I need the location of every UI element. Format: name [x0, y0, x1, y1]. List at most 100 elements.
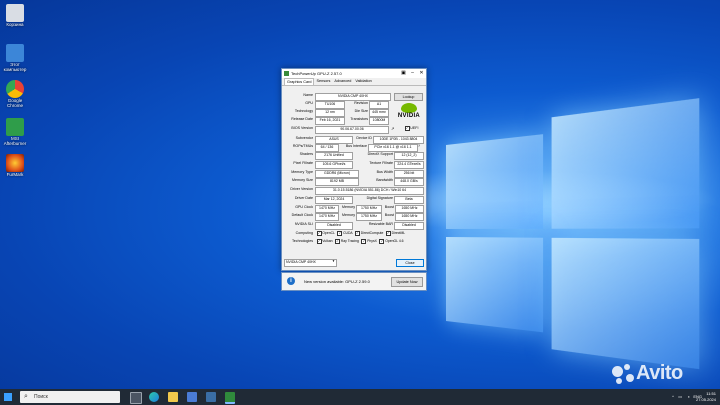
dx-label: DirectX Support [367, 152, 393, 156]
chevron-down-icon[interactable]: ▼ [332, 258, 335, 265]
memsize-value: 8192 MB [315, 178, 359, 186]
gpuz-window[interactable]: TechPowerUp GPU-Z 2.57.0 ▣ – ✕ Graphics … [281, 68, 427, 271]
physx-check: PhysX [367, 239, 377, 243]
tray-chevron-icon[interactable]: ^ [672, 389, 674, 405]
shaders-label: Shaders [299, 152, 313, 156]
desktop-icon-chrome[interactable]: Google Chrome [2, 80, 28, 108]
taskbar-search[interactable]: ⌕ Поиск [20, 391, 120, 403]
defmemory-value: 1750 MHz [356, 213, 382, 221]
tab-graphics-card[interactable]: Graphics Card [284, 78, 315, 85]
window-title: TechPowerUp GPU-Z 2.57.0 [291, 71, 342, 76]
notification-text: New version available: GPU-Z 2.59.0 [304, 279, 370, 284]
defmemory-label: Memory [342, 213, 355, 217]
row-rops: ROPs/TMUs 64 / 136 Bus Interface PCIe x1… [282, 143, 426, 152]
driver-value: 31.0.15.5186 (NVIDIA 551.86) DCH / Win10… [315, 187, 424, 195]
cuda-check: CUDA [343, 231, 353, 235]
tab-validation[interactable]: Validation [353, 78, 373, 85]
desktop-icon-recycle-bin[interactable]: Корзина [2, 4, 28, 27]
search-icon: ⌕ [24, 393, 28, 400]
driverdate-value: Mar 12, 2024 [315, 196, 353, 204]
close-window-button[interactable]: ✕ [417, 69, 426, 78]
defclock-value: 1470 MHz [315, 213, 339, 221]
deviceid-label: Device ID [356, 136, 372, 140]
network-icon[interactable]: ▭ [678, 389, 682, 405]
info-icon: i [287, 277, 295, 285]
memory-label: Memory [342, 205, 355, 209]
share-icon[interactable]: ↗ [391, 125, 394, 132]
row-sli: NVIDIA SLI Disabled Resizable BAR Disabl… [282, 221, 426, 230]
tab-advanced[interactable]: Advanced [332, 78, 353, 85]
desktop-icon-afterburner[interactable]: MSI Afterburner [2, 118, 28, 146]
defboost-label: Boost [384, 213, 394, 217]
computer-icon [6, 44, 24, 62]
dx-value: 12 (12_2) [394, 152, 424, 160]
opencl-check: OpenCL [322, 231, 335, 235]
row-bios: BIOS Version 90.06.67.00.06 ↗ ✓ UEFI [282, 125, 426, 134]
bios-label: BIOS Version [291, 126, 313, 130]
desktop-icon-label: MSI Afterburner [3, 136, 27, 146]
sli-value: Disabled [315, 222, 353, 230]
gpuz-taskbar-icon[interactable] [225, 392, 235, 404]
gpu-label: GPU [305, 101, 313, 105]
release-value: Feb 16, 2021 [315, 117, 345, 125]
memsize-label: Memory Size [292, 178, 313, 182]
diesize-label: Die Size [354, 109, 368, 113]
row-bottom: NVIDIA CMP 40HX ▼ Close [282, 258, 426, 267]
nvidia-eye-icon [401, 103, 417, 113]
sli-label: NVIDIA SLI [294, 222, 313, 226]
clock[interactable]: 11:51 27.05.2024 [696, 391, 716, 403]
window-titlebar[interactable]: TechPowerUp GPU-Z 2.57.0 ▣ – ✕ [282, 69, 426, 78]
row-shaders: Shaders 2176 Unified DirectX Support 12 … [282, 151, 426, 160]
rbar-value: Disabled [394, 222, 424, 230]
bus-label: Bus Interface [345, 144, 367, 148]
camera-icon[interactable]: ▣ [399, 69, 408, 78]
task-view-icon[interactable] [130, 392, 142, 404]
minimize-button[interactable]: – [408, 69, 417, 78]
computing-label: Computing [295, 231, 313, 235]
row-subvendor: Subvendor ASUS Device ID 10DE 1F0B - 104… [282, 135, 426, 144]
windows-start-icon[interactable] [4, 393, 12, 401]
desktop-icon-furmark[interactable]: FurMark [2, 154, 28, 177]
row-driverdate: Driver Date Mar 12, 2024 Digital Signatu… [282, 195, 426, 204]
mail-icon[interactable] [206, 392, 216, 402]
gpu-select[interactable]: NVIDIA CMP 40HX [284, 259, 337, 267]
raytracing-check: Ray Tracing [340, 239, 359, 243]
update-now-button[interactable]: Update Now [391, 277, 423, 287]
tech-label: Technologies [292, 239, 313, 243]
buswidth-label: Bus Width [376, 170, 393, 174]
tab-sensors[interactable]: Sensors [314, 78, 332, 85]
tech-checks: ✓ Vulkan ✓ Ray Tracing ✓ PhysX ✓ OpenGL 4.6 [316, 238, 404, 244]
store-icon[interactable] [187, 392, 197, 402]
name-label: Name [303, 93, 313, 97]
row-memsize: Memory Size 8192 MB Bandwidth 448.0 GB/s [282, 177, 426, 186]
transistors-value: 10800M [369, 117, 389, 125]
desktop-icon-label: FurMark [6, 172, 24, 177]
digsig-label: Digital Signature [366, 196, 393, 200]
row-computing: Computing ✓ OpenCL ✓ CUDA ✓ DirectCompute ✓… [282, 230, 426, 237]
row-pixel: Pixel Fillrate 105.6 GPixel/s Texture Fi… [282, 160, 426, 169]
pixel-label: Pixel Fillrate [293, 161, 313, 165]
edge-icon[interactable] [149, 392, 159, 402]
bus-help-icon[interactable]: ? [418, 143, 420, 150]
avito-watermark: Avito [612, 362, 683, 385]
technology-label: Technology [294, 109, 313, 113]
driver-label: Driver Version [290, 187, 313, 191]
gpuclock-label: GPU Clock [295, 205, 313, 209]
revision-label: Revision [354, 101, 368, 105]
row-technologies: Technologies ✓ Vulkan ✓ Ray Tracing ✓ PhysX… [282, 238, 426, 245]
subvendor-label: Subvendor [295, 136, 313, 140]
computing-checks: ✓ OpenCL ✓ CUDA ✓ DirectCompute ✓ DirectML [316, 230, 406, 236]
directcompute-check: DirectCompute [360, 231, 384, 235]
close-button[interactable]: Close [396, 258, 424, 267]
texture-label: Texture Fillrate [369, 161, 393, 165]
driverdate-label: Driver Date [294, 196, 313, 200]
volume-icon[interactable]: ◖ [688, 389, 690, 405]
bios-value: 90.06.67.00.06 [315, 126, 389, 134]
desktop-icon-this-pc[interactable]: Этот компьютер [2, 44, 28, 72]
file-explorer-icon[interactable] [168, 392, 178, 402]
transistors-label: Transistors [350, 117, 368, 121]
release-label: Release Date [291, 117, 313, 121]
defboost-value: 1650 MHz [395, 213, 424, 221]
uefi-checkbox: ✓ UEFI [404, 125, 419, 131]
desktop-icon-label: Корзина [6, 22, 24, 27]
